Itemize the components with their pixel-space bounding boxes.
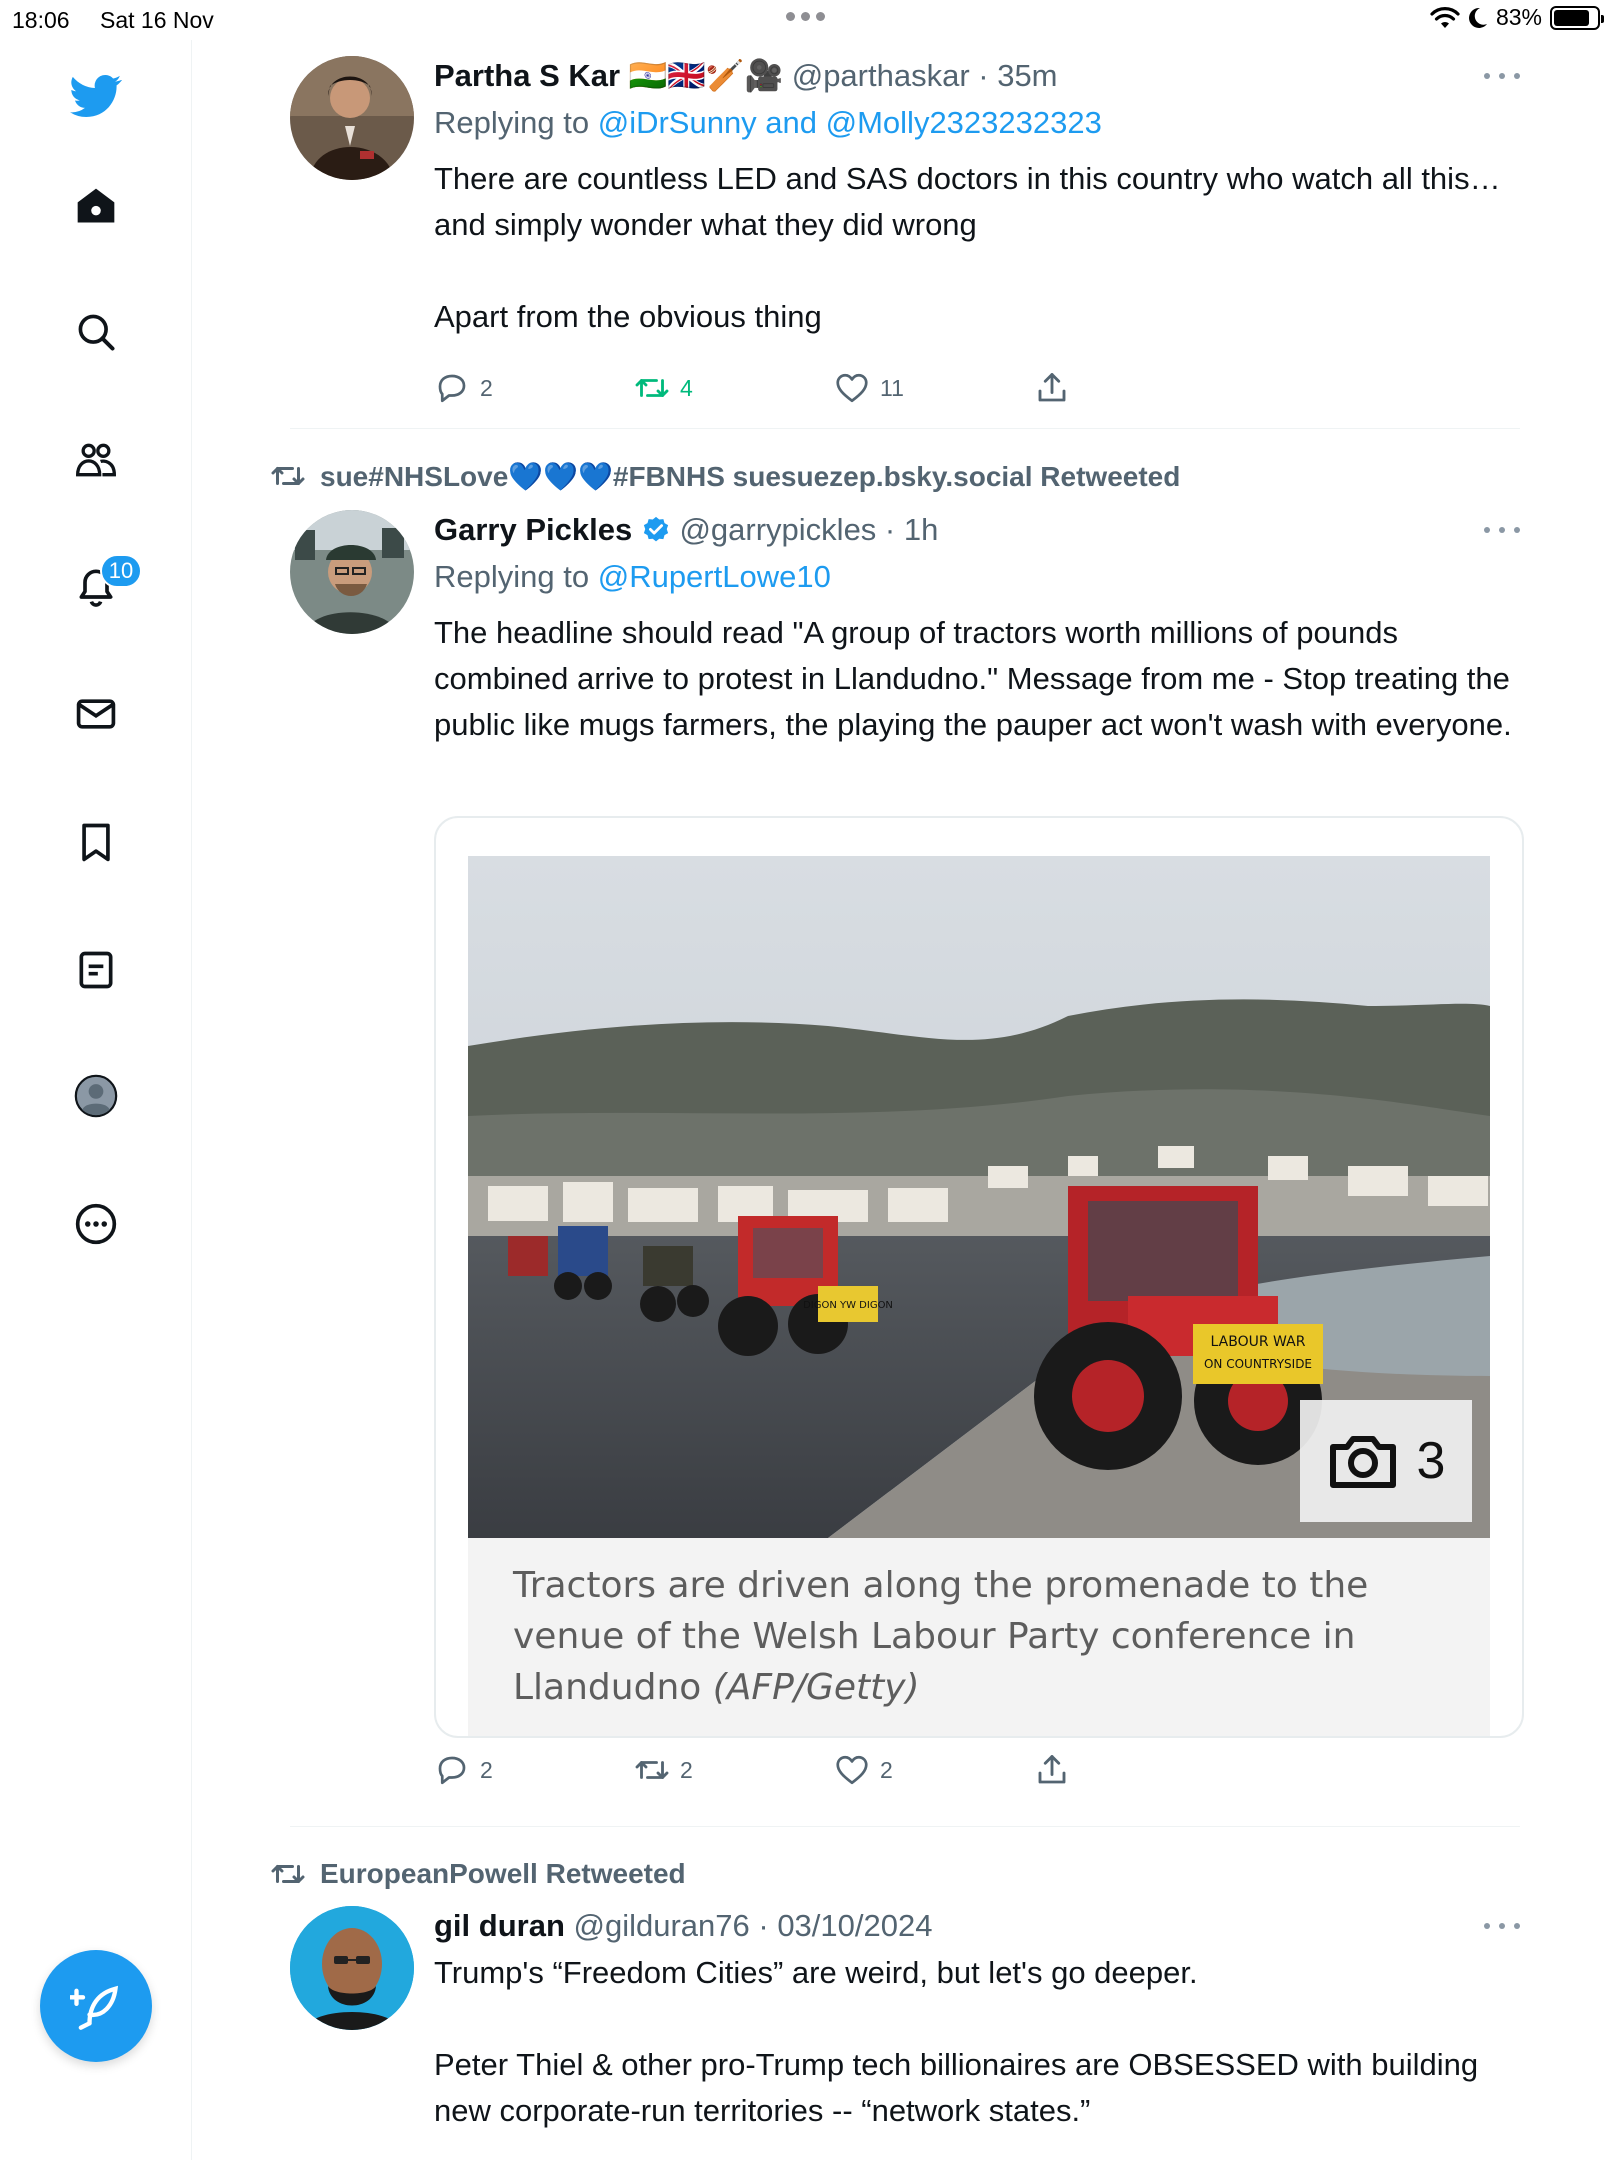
tweet-more-button[interactable] bbox=[1484, 66, 1520, 86]
profile-icon bbox=[74, 1074, 118, 1118]
replying-to-prefix: Replying to bbox=[434, 559, 598, 594]
reply-icon bbox=[438, 1756, 466, 1785]
nav-bookmarks[interactable] bbox=[60, 806, 132, 878]
like-button[interactable]: 11 bbox=[834, 370, 904, 406]
twitter-bird-icon bbox=[70, 74, 122, 118]
retweet-icon bbox=[635, 1761, 669, 1779]
nav-search[interactable] bbox=[60, 296, 132, 368]
camera-icon bbox=[1329, 1436, 1396, 1488]
battery-icon bbox=[1550, 5, 1604, 30]
reply-count: 2 bbox=[480, 1756, 493, 1783]
protest-sign-text: LABOUR WAR bbox=[1211, 1334, 1306, 1350]
tweet-text: Trump's “Freedom Cities” are weird, but … bbox=[434, 1955, 1479, 2128]
tweet[interactable]: gil duran @gilduran76 · 03/10/2024 Trump… bbox=[290, 1906, 1520, 2160]
retweet-icon bbox=[271, 1865, 305, 1883]
nav-messages[interactable] bbox=[60, 678, 132, 750]
tweet-text: The headline should read "A group of tra… bbox=[434, 615, 1519, 742]
tweet[interactable]: Garry Pickles @garrypickles · 1h Replyin… bbox=[290, 510, 1524, 1870]
timeline-feed: Partha S Kar 🇮🇳🇬🇧🏏🎥 @parthaskar · 35m Re… bbox=[192, 40, 1620, 2160]
nav-profile[interactable] bbox=[60, 1060, 132, 1132]
share-icon bbox=[1038, 373, 1066, 402]
author-name[interactable]: Partha S Kar 🇮🇳🇬🇧🏏🎥 bbox=[434, 58, 783, 93]
tweet[interactable]: Partha S Kar 🇮🇳🇬🇧🏏🎥 @parthaskar · 35m Re… bbox=[290, 56, 1520, 416]
compose-tweet-button[interactable] bbox=[40, 1950, 152, 2062]
retweet-button[interactable]: 4 bbox=[634, 370, 693, 406]
author-handle-time[interactable]: @garrypickles · 1h bbox=[679, 512, 938, 547]
author-handle-time[interactable]: @parthaskar · 35m bbox=[792, 58, 1058, 93]
author-name[interactable]: gil duran bbox=[434, 1908, 565, 1943]
retweet-button[interactable]: 2 bbox=[634, 1752, 693, 1788]
share-icon bbox=[1038, 1755, 1066, 1784]
avatar[interactable] bbox=[290, 1906, 414, 2030]
tweet-actions: 2 2 2 bbox=[434, 1752, 1094, 1792]
twitter-logo[interactable] bbox=[60, 60, 132, 132]
heart-icon bbox=[836, 373, 868, 403]
status-bar: 18:06 Sat 16 Nov 83% bbox=[0, 0, 1620, 40]
replying-to-mentions[interactable]: @iDrSunny and @Molly2323232323 bbox=[598, 105, 1102, 140]
replying-to-mentions[interactable]: @RupertLowe10 bbox=[598, 559, 831, 594]
nav-home[interactable] bbox=[60, 170, 132, 242]
sidebar-nav: 10 bbox=[0, 40, 192, 2160]
moon-icon bbox=[1468, 7, 1487, 28]
tweet-more-button[interactable] bbox=[1484, 1916, 1520, 1936]
author-handle-time[interactable]: @gilduran76 · 03/10/2024 bbox=[574, 1908, 933, 1943]
photo-caption-text: Tractors are driven along the promenade … bbox=[513, 1565, 1369, 1708]
protest-sign-text: ON COUNTRYSIDE bbox=[1204, 1357, 1312, 1371]
photo-credit: (AFP/Getty) bbox=[712, 1667, 920, 1708]
tweet-text: There are countless LED and SAS doctors … bbox=[434, 161, 1501, 334]
status-time: 18:06 bbox=[12, 7, 70, 33]
bookmark-icon bbox=[82, 823, 110, 862]
retweet-icon bbox=[271, 467, 305, 485]
like-button[interactable]: 2 bbox=[834, 1752, 893, 1788]
heart-icon bbox=[836, 1755, 868, 1785]
reply-count: 2 bbox=[480, 374, 493, 401]
communities-icon bbox=[76, 443, 116, 477]
retweeted-by-label: sue#NHSLove💙💙💙#FBNHS suesuezep.bsky.soci… bbox=[320, 460, 1181, 492]
search-icon bbox=[78, 314, 115, 351]
reply-button[interactable]: 2 bbox=[434, 370, 493, 406]
home-icon bbox=[77, 188, 115, 223]
photo-count: 3 bbox=[1416, 1432, 1446, 1490]
retweeted-by-row[interactable]: EuropeanPowell Retweeted bbox=[270, 1856, 686, 1892]
protest-sign-text: DIGON YW DIGON bbox=[803, 1300, 893, 1311]
wifi-icon bbox=[1430, 6, 1460, 28]
retweeted-by-row[interactable]: sue#NHSLove💙💙💙#FBNHS suesuezep.bsky.soci… bbox=[270, 458, 1180, 494]
media-card[interactable]: LABOUR WAR ON COUNTRYSIDE DIGON YW DIGON… bbox=[434, 816, 1524, 1738]
mail-icon bbox=[76, 699, 116, 729]
nav-notifications[interactable]: 10 bbox=[60, 550, 142, 622]
tweet-actions: 2 4 11 bbox=[434, 370, 1094, 410]
nav-lists[interactable] bbox=[60, 934, 132, 1006]
share-button[interactable] bbox=[1034, 1752, 1070, 1788]
retweet-count: 4 bbox=[680, 374, 693, 401]
more-circle-icon bbox=[75, 1203, 117, 1245]
avatar[interactable] bbox=[290, 510, 414, 634]
like-count: 11 bbox=[880, 374, 904, 401]
photo-count-overlay[interactable]: 3 bbox=[1300, 1400, 1472, 1522]
lists-icon bbox=[79, 951, 113, 989]
replying-to-prefix: Replying to bbox=[434, 105, 598, 140]
tweet-divider bbox=[290, 1826, 1520, 1827]
tweet-divider bbox=[290, 428, 1520, 429]
retweet-count: 2 bbox=[680, 1756, 693, 1783]
tweet-more-button[interactable] bbox=[1484, 520, 1520, 540]
like-count: 2 bbox=[880, 1756, 893, 1783]
reply-icon bbox=[438, 374, 466, 403]
nav-more[interactable] bbox=[60, 1188, 132, 1260]
share-button[interactable] bbox=[1034, 370, 1070, 406]
battery-percent: 83% bbox=[1495, 4, 1542, 30]
photo-caption: Tractors are driven along the promenade … bbox=[468, 1538, 1490, 1736]
multitasking-dots-icon[interactable] bbox=[786, 12, 825, 21]
retweet-icon bbox=[635, 379, 669, 397]
notification-badge: 10 bbox=[100, 554, 142, 588]
compose-icon bbox=[70, 1985, 119, 2030]
nav-communities[interactable] bbox=[60, 424, 132, 496]
tractor-photo[interactable]: LABOUR WAR ON COUNTRYSIDE DIGON YW DIGON… bbox=[468, 856, 1490, 1538]
status-date: Sat 16 Nov bbox=[100, 7, 214, 33]
author-name[interactable]: Garry Pickles bbox=[434, 512, 632, 547]
retweeted-by-label: EuropeanPowell Retweeted bbox=[320, 1858, 686, 1889]
reply-button[interactable]: 2 bbox=[434, 1752, 493, 1788]
verified-badge-icon bbox=[643, 516, 668, 542]
avatar[interactable] bbox=[290, 56, 414, 180]
